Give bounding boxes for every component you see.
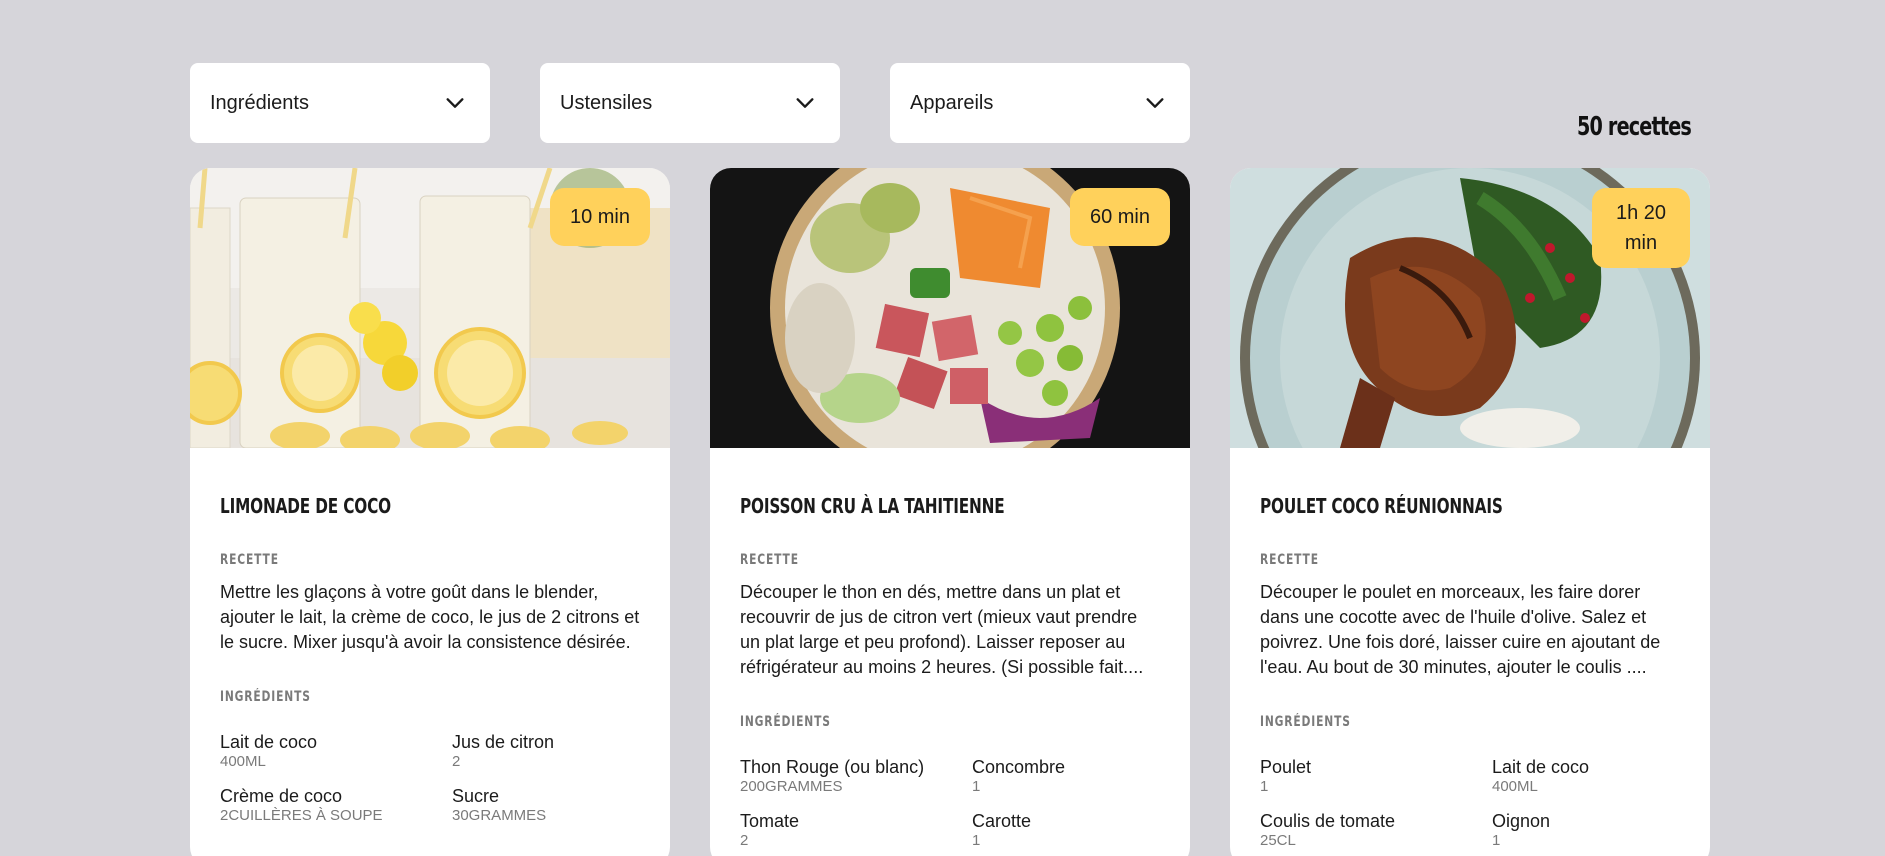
ingredient-quantity: 2cuillères à soupe <box>220 807 383 824</box>
ingredient-quantity: 1 <box>972 832 981 849</box>
ingredients-list: Poulet 1 Lait de coco 400ml Coulis de toma… <box>1260 756 1680 850</box>
ingredient-item: Lait de coco 400ml <box>1492 756 1680 796</box>
ingredient-item: Jus de citron 2 <box>452 731 640 771</box>
ingredients-section-label: Ingrédients <box>740 714 831 730</box>
recipe-description: Découper le poulet en morceaux, les fair… <box>1260 582 1661 677</box>
recipe-card[interactable]: 60 min Poisson Cru à la tahitienne Recet… <box>710 168 1190 856</box>
ingredients-section-label: Ingrédients <box>220 689 311 705</box>
ingredient-item: Thon Rouge (ou blanc) 200grammes <box>740 756 972 796</box>
ingredients-list: Thon Rouge (ou blanc) 200grammes Concombr… <box>740 756 1160 850</box>
ingredient-quantity: 25cl <box>1260 832 1296 849</box>
dropdown-label: Appareils <box>910 91 994 114</box>
recipe-image: 60 min <box>710 168 1190 448</box>
ingredients-section-label: Ingrédients <box>1260 714 1351 730</box>
recipe-body: Limonade de Coco Recette Mettre les glaç… <box>190 448 670 825</box>
ingredient-name: Oignon <box>1492 811 1551 831</box>
ingredients-list: Lait de coco 400ml Jus de citron 2 Crème d… <box>220 731 640 825</box>
time-badge: 1h 20 min <box>1592 188 1690 268</box>
ingredient-item: Carotte 1 <box>972 810 1160 850</box>
recipe-section-label: Recette <box>1260 552 1319 568</box>
recipe-section-label: Recette <box>740 552 799 568</box>
recipe-description: Mettre les glaçons à votre goût dans le … <box>220 582 640 652</box>
recipe-title: Poisson Cru à la tahitienne <box>740 494 1005 518</box>
recipe-image: 10 min <box>190 168 670 448</box>
time-badge: 10 min <box>549 188 650 246</box>
chevron-down-icon <box>796 98 814 108</box>
ingredient-item: Poulet 1 <box>1260 756 1492 796</box>
ingredient-quantity: 1 <box>1492 832 1501 849</box>
ingredient-name: Lait de coco <box>220 732 318 752</box>
ingredient-name: Lait de coco <box>1492 757 1590 777</box>
recipe-card[interactable]: 10 min Limonade de Coco Recette Mettre l… <box>190 168 670 856</box>
ingredient-quantity: 1 <box>1260 778 1269 795</box>
ingredient-item: Concombre 1 <box>972 756 1160 796</box>
ingredient-name: Carotte <box>972 811 1032 831</box>
ingredient-name: Jus de citron <box>452 732 555 752</box>
recipe-description: Découper le thon en dés, mettre dans un … <box>740 582 1144 677</box>
time-badge: 60 min <box>1069 188 1170 246</box>
ingredient-item: Tomate 2 <box>740 810 972 850</box>
ingredient-name: Sucre <box>452 786 500 806</box>
ingredient-quantity: 2 <box>740 832 749 849</box>
ingredient-item: Crème de coco 2cuillères à soupe <box>220 785 452 825</box>
recipe-card[interactable]: 1h 20 min Poulet coco réunionnais Recett… <box>1230 168 1710 856</box>
recipe-title: Poulet coco réunionnais <box>1260 494 1503 518</box>
recipe-grid: 10 min Limonade de Coco Recette Mettre l… <box>190 168 1710 856</box>
ingredient-name: Poulet <box>1260 757 1312 777</box>
ingredient-quantity: 2 <box>452 753 461 770</box>
ingredient-name: Crème de coco <box>220 786 343 806</box>
ingredient-quantity: 1 <box>972 778 981 795</box>
ingredient-name: Tomate <box>740 811 800 831</box>
ingredient-name: Thon Rouge (ou blanc) <box>740 757 925 777</box>
ingredients-dropdown[interactable]: Ingrédients <box>190 63 490 143</box>
dropdown-label: Ustensiles <box>560 91 653 114</box>
ingredient-name: Concombre <box>972 757 1066 777</box>
recipe-body: Poisson Cru à la tahitienne Recette Déco… <box>710 448 1190 850</box>
ingredient-item: Lait de coco 400ml <box>220 731 452 771</box>
ingredient-item: Sucre 30grammes <box>452 785 640 825</box>
ingredient-item: Oignon 1 <box>1492 810 1680 850</box>
filter-bar: Ingrédients Ustensiles Appareils <box>190 63 1190 143</box>
ingredient-quantity: 400ml <box>220 753 266 770</box>
recipe-section-label: Recette <box>220 552 279 568</box>
dropdown-label: Ingrédients <box>210 91 309 114</box>
ingredient-quantity: 400ml <box>1492 778 1538 795</box>
recipe-image: 1h 20 min <box>1230 168 1710 448</box>
ingredient-item: Coulis de tomate 25cl <box>1260 810 1492 850</box>
recipe-count: 50 recettes <box>1577 112 1692 142</box>
appareils-dropdown[interactable]: Appareils <box>890 63 1190 143</box>
ingredient-name: Coulis de tomate <box>1260 811 1396 831</box>
chevron-down-icon <box>1146 98 1164 108</box>
recipe-body: Poulet coco réunionnais Recette Découper… <box>1230 448 1710 850</box>
chevron-down-icon <box>446 98 464 108</box>
ingredient-quantity: 30grammes <box>452 807 547 824</box>
ustensiles-dropdown[interactable]: Ustensiles <box>540 63 840 143</box>
ingredient-quantity: 200grammes <box>740 778 843 795</box>
recipe-title: Limonade de Coco <box>220 494 391 518</box>
